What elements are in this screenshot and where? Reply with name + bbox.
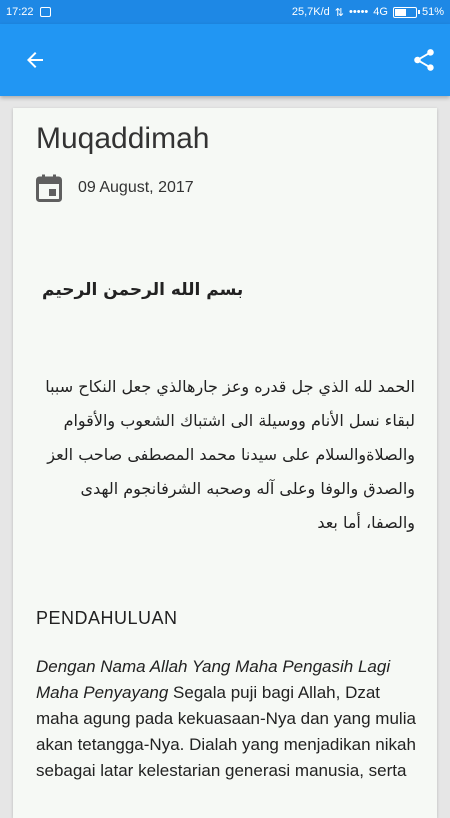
- status-time: 17:22: [6, 6, 34, 18]
- article-card: Muqaddimah 09 August, 2017 بسم الله الرح…: [13, 108, 437, 818]
- share-icon: [414, 49, 434, 71]
- battery-icon: [392, 6, 420, 18]
- status-bar: 17:22 25,7K/d ⇅ ••••• 4G 51%: [0, 0, 450, 24]
- page-title: Muqaddimah: [36, 122, 210, 155]
- data-arrows-icon: ⇅: [334, 6, 345, 19]
- signal-strength-icon: •••••: [349, 6, 369, 18]
- basmala-text: بسم الله الرحمن الرحيم: [42, 280, 244, 300]
- calendar-icon: [36, 174, 62, 202]
- battery-percent: 51%: [421, 6, 444, 18]
- app-bar: [0, 24, 450, 96]
- network-speed: 25,7K/d: [291, 6, 330, 18]
- post-date: 09 August, 2017: [78, 179, 194, 196]
- section-heading: PENDAHULUAN: [36, 608, 178, 628]
- date-row: 09 August, 2017: [36, 174, 194, 202]
- share-button[interactable]: [400, 36, 448, 84]
- arrow-back-icon: [27, 52, 43, 68]
- intro-paragraph: Dengan Nama Allah Yang Maha Pengasih Lag…: [36, 654, 418, 784]
- battery-fill: [394, 8, 407, 16]
- notification-icon: [39, 7, 51, 17]
- network-type: 4G: [373, 6, 388, 18]
- back-button[interactable]: [11, 36, 59, 84]
- arabic-intro-paragraph: الحمد لله الذي جل قدره وعز جارهالذي جعل …: [45, 377, 415, 532]
